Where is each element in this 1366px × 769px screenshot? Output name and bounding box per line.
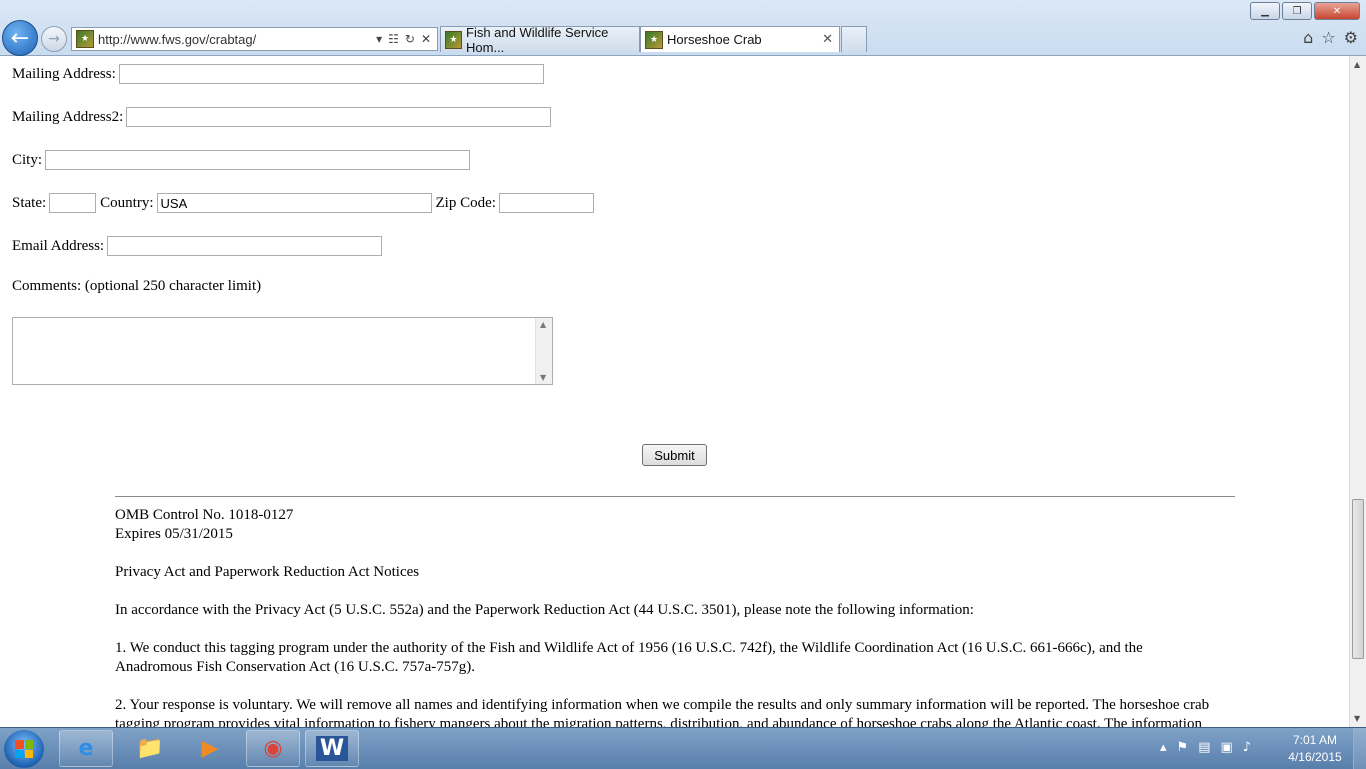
- city-input[interactable]: [45, 150, 471, 170]
- privacy-notice: OMB Control No. 1018-0127 Expires 05/31/…: [115, 506, 1215, 727]
- compatibility-view-icon[interactable]: ☷: [388, 32, 399, 46]
- fws-favicon-icon: ★: [445, 30, 463, 49]
- expiration-date: Expires 05/31/2015: [115, 526, 233, 542]
- state-label: State:: [12, 194, 47, 211]
- back-arrow-icon[interactable]: ←: [2, 20, 38, 56]
- country-input[interactable]: [156, 193, 432, 213]
- mailing-address-label: Mailing Address:: [12, 65, 116, 82]
- mailing-address2-row: Mailing Address2:: [12, 107, 552, 127]
- page-content: Mailing Address: Mailing Address2: City:…: [0, 56, 1349, 727]
- forward-arrow-icon[interactable]: →: [41, 26, 67, 52]
- taskbar-media-player[interactable]: ▶: [183, 730, 237, 767]
- chrome-icon: ◉: [263, 736, 283, 761]
- mailing-address-input[interactable]: [118, 64, 544, 84]
- mailing-address2-label: Mailing Address2:: [12, 108, 124, 125]
- network-icon[interactable]: ▣: [1220, 740, 1232, 755]
- fws-favicon-icon: ★: [76, 30, 94, 48]
- notice-item-1: 1. We conduct this tagging program under…: [115, 640, 1143, 675]
- window-controls: ▁ ❐ ✕: [1248, 2, 1360, 20]
- address-url[interactable]: http://www.fws.gov/crabtag/: [98, 32, 376, 47]
- refresh-icon[interactable]: ↻: [405, 32, 415, 46]
- textarea-scrollbar[interactable]: ▲ ▼: [535, 318, 552, 384]
- dropdown-arrow-icon[interactable]: ▾: [376, 32, 382, 46]
- clock[interactable]: 7:01 AM 4/16/2015: [1280, 732, 1350, 766]
- notice-intro: In accordance with the Privacy Act (5 U.…: [115, 602, 974, 618]
- close-window-button[interactable]: ✕: [1314, 2, 1360, 20]
- taskbar-word[interactable]: W: [305, 730, 359, 767]
- email-input[interactable]: [107, 236, 383, 256]
- notice-item-2: 2. Your response is voluntary. We will r…: [115, 697, 1210, 727]
- show-hidden-icons-icon[interactable]: ▴: [1160, 740, 1167, 755]
- city-label: City:: [12, 151, 43, 168]
- email-row: Email Address:: [12, 236, 383, 256]
- scroll-up-icon[interactable]: ▲: [1354, 60, 1360, 69]
- media-player-icon: ▶: [201, 736, 219, 761]
- folder-icon: 📁: [136, 736, 164, 761]
- scroll-down-icon[interactable]: ▼: [540, 373, 546, 382]
- email-label: Email Address:: [12, 237, 105, 254]
- scroll-down-icon[interactable]: ▼: [1354, 714, 1360, 723]
- windows-taskbar: e 📁 ▶ ◉ W ▴ ⚑ ▤ ▣ ♪ 7:01 AM 4/16/2015: [0, 727, 1366, 769]
- toolbar-icons: ⌂ ☆ ⚙: [1303, 28, 1358, 47]
- windows-logo-icon: [15, 740, 33, 758]
- tab-fws-home[interactable]: ★ Fish and Wildlife Service Hom...: [440, 24, 640, 55]
- minimize-button[interactable]: ▁: [1250, 2, 1280, 20]
- word-icon: W: [315, 736, 349, 761]
- tab-label: Horseshoe Crab: [667, 32, 762, 47]
- comments-textarea[interactable]: ▲ ▼: [12, 317, 553, 385]
- home-icon[interactable]: ⌂: [1303, 28, 1313, 47]
- address-bar[interactable]: ★ http://www.fws.gov/crabtag/ ▾ ☷ ↻ ✕: [71, 27, 438, 51]
- new-tab-button[interactable]: [841, 26, 867, 52]
- tab-label: Fish and Wildlife Service Hom...: [466, 24, 609, 55]
- omb-control-number: OMB Control No. 1018-0127: [115, 507, 294, 523]
- maximize-button[interactable]: ❐: [1282, 2, 1312, 20]
- comments-label-row: Comments: (optional 250 character limit): [12, 278, 261, 295]
- taskbar-windows-explorer[interactable]: 📁: [123, 730, 177, 767]
- country-label: Country:: [100, 194, 154, 211]
- clock-date: 4/16/2015: [1288, 750, 1342, 764]
- fws-favicon-icon: ★: [645, 30, 663, 49]
- comments-label: Comments: (optional 250 character limit): [12, 278, 262, 294]
- city-row: City:: [12, 150, 471, 170]
- mailing-address-row: Mailing Address:: [12, 64, 544, 84]
- browser-chrome: ▁ ❐ ✕ ← → ★ http://www.fws.gov/crabtag/ …: [0, 0, 1366, 56]
- divider: [115, 496, 1235, 497]
- notice-title: Privacy Act and Paperwork Reduction Act …: [115, 564, 420, 580]
- tab-horseshoe-crab[interactable]: ★ Horseshoe Crab ✕: [640, 26, 840, 52]
- scroll-up-icon[interactable]: ▲: [540, 320, 546, 329]
- favorites-star-icon[interactable]: ☆: [1321, 28, 1335, 47]
- start-button[interactable]: [4, 730, 44, 768]
- system-tray: ▴ ⚑ ▤ ▣ ♪: [1160, 740, 1251, 755]
- state-country-zip-row: State: Country: Zip Code:: [12, 193, 594, 213]
- state-input[interactable]: [49, 193, 97, 213]
- page-scrollbar[interactable]: ▲ ▼: [1349, 56, 1366, 727]
- submit-button[interactable]: Submit: [642, 444, 707, 466]
- action-center-flag-icon[interactable]: ⚑: [1177, 740, 1189, 755]
- stop-icon[interactable]: ✕: [421, 32, 431, 46]
- volume-icon[interactable]: ♪: [1243, 740, 1251, 755]
- show-desktop-button[interactable]: [1353, 728, 1366, 769]
- scrollbar-thumb[interactable]: [1352, 499, 1364, 659]
- mailing-address2-input[interactable]: [126, 107, 552, 127]
- taskbar-internet-explorer[interactable]: e: [59, 730, 113, 767]
- clock-time: 7:01 AM: [1292, 733, 1338, 747]
- zip-label: Zip Code:: [435, 194, 496, 211]
- tools-gear-icon[interactable]: ⚙: [1344, 28, 1358, 47]
- device-icon[interactable]: ▤: [1198, 740, 1210, 755]
- tab-close-icon[interactable]: ✕: [822, 32, 833, 47]
- taskbar-chrome[interactable]: ◉: [246, 730, 300, 767]
- zip-input[interactable]: [498, 193, 594, 213]
- internet-explorer-icon: e: [78, 736, 94, 761]
